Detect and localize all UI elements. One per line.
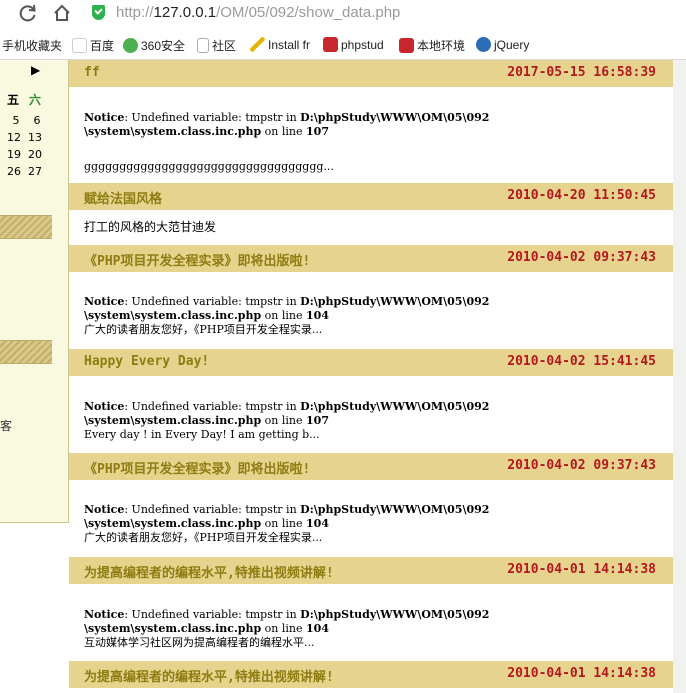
bookmark-jquery[interactable]: jQuery: [476, 37, 529, 52]
calendar-day[interactable]: 12: [4, 131, 24, 144]
post-title[interactable]: 《PHP项目开发全程实录》即将出版啦!: [84, 458, 310, 477]
baidu-icon: [72, 38, 87, 53]
post-excerpt: 广大的读者朋友您好，《PHP项目开发全程实录...: [84, 531, 323, 544]
local-env-icon: [399, 38, 414, 53]
360-icon: [123, 38, 138, 53]
post-title[interactable]: 为提高编程者的编程水平,特推出视频讲解!: [84, 562, 334, 581]
php-notice: Notice: Undefined variable: tmpstr in D:…: [84, 608, 490, 649]
php-notice: Notice: Undefined variable: tmpstr in D:…: [84, 111, 490, 138]
bookmarks-bar: 手机收藏夹 百度 360安全 社区 Install fr phpstud 本地环…: [0, 31, 686, 60]
weekday-fri: 五: [6, 93, 19, 107]
post-date: 2017-05-15 16:58:39: [507, 65, 656, 80]
calendar-day[interactable]: 26: [4, 165, 24, 178]
post-header: 为提高编程者的编程水平,特推出视频讲解! 2010-04-01 14:14:38: [69, 557, 673, 584]
calendar-day[interactable]: 20: [25, 148, 45, 161]
php-notice: Notice: Undefined variable: tmpstr in D:…: [84, 400, 490, 441]
post-title[interactable]: Happy Every Day!: [84, 354, 209, 369]
sidebar-text-fragment: 客: [0, 419, 13, 433]
post-header: 《PHP项目开发全程实录》即将出版啦! 2010-04-02 09:37:43: [69, 245, 673, 272]
calendar-day[interactable]: 27: [25, 165, 45, 178]
bookmark-mobile[interactable]: 手机收藏夹: [2, 37, 62, 54]
post-date: 2010-04-02 09:37:43: [507, 458, 656, 473]
calendar-day[interactable]: 13: [25, 131, 45, 144]
post-date: 2010-04-01 14:14:38: [507, 666, 656, 681]
page-scrollbar[interactable]: [673, 60, 686, 693]
post-header: ff 2017-05-15 16:58:39: [69, 60, 673, 87]
post-title[interactable]: 《PHP项目开发全程实录》即将出版啦!: [84, 250, 310, 269]
php-notice: Notice: Undefined variable: tmpstr in D:…: [84, 295, 490, 336]
post-excerpt: gggggggggggggggggggggggggggggggggg...: [84, 160, 334, 173]
url-path: /OM/05/092/show_data.php: [216, 4, 401, 21]
post-header: 为提高编程者的编程水平,特推出视频讲解! 2010-04-01 14:14:38: [69, 661, 673, 688]
post-excerpt: Every day ! in Every Day! I am getting b…: [84, 428, 320, 441]
url-prefix: http://: [116, 4, 154, 21]
bookmark-community[interactable]: 社区: [197, 37, 236, 54]
post-header: 赋给法国风格 2010-04-20 11:50:45: [69, 183, 673, 210]
post-excerpt: 广大的读者朋友您好，《PHP项目开发全程实录...: [84, 323, 323, 336]
post-header: Happy Every Day! 2010-04-02 15:41:45: [69, 349, 673, 376]
post-header: 《PHP项目开发全程实录》即将出版啦! 2010-04-02 09:37:43: [69, 453, 673, 480]
calendar-day[interactable]: 6: [27, 114, 47, 127]
bookmark-360[interactable]: 360安全: [123, 37, 185, 54]
bookmark-install[interactable]: Install fr: [250, 37, 310, 52]
security-shield-icon[interactable]: [92, 5, 105, 20]
address-bar[interactable]: http://127.0.0.1/OM/05/092/show_data.php: [116, 4, 400, 21]
post-list: ff 2017-05-15 16:58:39 Notice: Undefined…: [69, 60, 673, 693]
post-date: 2010-04-20 11:50:45: [507, 188, 656, 203]
sidebar-section-bar: [0, 215, 52, 239]
sidebar: ▶ 五 六 5 6 12 13 19 20 26 27 客: [0, 60, 69, 523]
post-title[interactable]: 为提高编程者的编程水平,特推出视频讲解!: [84, 666, 334, 685]
calendar-day[interactable]: 19: [4, 148, 24, 161]
browser-toolbar: http://127.0.0.1/OM/05/092/show_data.php: [0, 0, 686, 30]
php-notice: Notice: Undefined variable: tmpstr in D:…: [84, 503, 490, 544]
jquery-icon: [476, 37, 491, 52]
post-date: 2010-04-02 09:37:43: [507, 250, 656, 265]
page-icon: [197, 38, 209, 53]
url-host: 127.0.0.1: [153, 4, 217, 21]
calendar-day[interactable]: 5: [6, 114, 26, 127]
phpstudy-icon: [323, 37, 338, 52]
post-excerpt: 互动媒体学习社区网为提高编程者的编程水平...: [84, 636, 315, 649]
post-excerpt: 打工的风格的大范甘迪发: [84, 220, 217, 234]
bookmark-baidu[interactable]: 百度: [72, 37, 114, 54]
post-title[interactable]: 赋给法国风格: [84, 188, 162, 207]
bookmark-phpstudy[interactable]: phpstud: [323, 37, 384, 52]
post-date: 2010-04-01 14:14:38: [507, 562, 656, 577]
bookmark-local[interactable]: 本地环境: [399, 37, 465, 54]
home-icon[interactable]: [52, 3, 72, 29]
sidebar-section-bar: [0, 340, 52, 364]
next-month-arrow-icon[interactable]: ▶: [31, 63, 40, 77]
post-title[interactable]: ff: [84, 65, 100, 80]
reload-icon[interactable]: [18, 3, 38, 29]
post-date: 2010-04-02 15:41:45: [507, 354, 656, 369]
wand-icon: [250, 37, 265, 52]
weekday-sat: 六: [28, 93, 41, 107]
